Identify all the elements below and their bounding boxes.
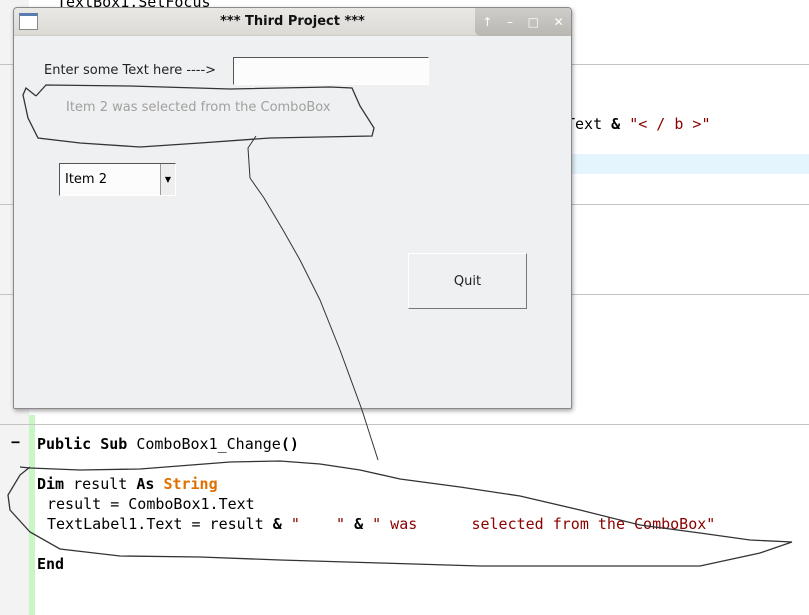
chevron-down-icon[interactable]: ▼ (160, 164, 175, 195)
code-line-assign: result = ComboBox1.Text (47, 495, 255, 513)
maximize-icon[interactable]: □ (528, 15, 539, 29)
code-line: Text & "< / b >" (566, 114, 711, 134)
code-token: () (280, 435, 299, 453)
title-bar[interactable]: *** Third Project *** ↑ – □ ✕ (14, 8, 571, 36)
code-line-dim: Dim result As String (37, 474, 218, 494)
code-line-end: End (37, 555, 65, 573)
code-token: " " (290, 515, 346, 533)
combo-value[interactable]: Item 2 (65, 172, 107, 187)
code-token: TextLabel1.Text = result (47, 515, 264, 533)
code-token: As (136, 475, 155, 493)
change-bar (29, 415, 35, 615)
minimize-icon[interactable]: – (507, 15, 513, 29)
code-line-label: TextLabel1.Text = result & " " & " was s… (47, 514, 715, 534)
result-label: Item 2 was selected from the ComboBox (66, 100, 331, 115)
code-token: Public (37, 435, 92, 453)
text-input[interactable] (233, 57, 429, 85)
code-token: & (354, 515, 364, 533)
combo-box[interactable]: Item 2 ▼ (59, 163, 176, 196)
keep-above-icon[interactable]: ↑ (482, 15, 492, 29)
code-token: ComboBox1_Change (136, 435, 281, 453)
current-line-highlight (560, 154, 809, 174)
code-token: Sub (100, 435, 128, 453)
fold-collapse-icon[interactable]: − (11, 433, 20, 451)
code-token: & (272, 515, 282, 533)
code-token: result (73, 475, 128, 493)
quit-button[interactable]: Quit (408, 253, 527, 309)
app-window: *** Third Project *** ↑ – □ ✕ Enter some… (13, 7, 572, 409)
procedure-separator (0, 424, 809, 425)
code-token: "< / b >" (629, 115, 711, 133)
code-line-sub-header: Public Sub ComboBox1_Change() (37, 434, 299, 454)
window-controls: ↑ – □ ✕ (475, 8, 571, 36)
code-token: " was selected from the ComboBox" (372, 515, 716, 533)
code-token: Dim (37, 475, 65, 493)
code-token: String (163, 475, 218, 493)
code-token: & (611, 115, 621, 133)
close-icon[interactable]: ✕ (554, 15, 564, 29)
prompt-label: Enter some Text here ----> (44, 63, 217, 78)
